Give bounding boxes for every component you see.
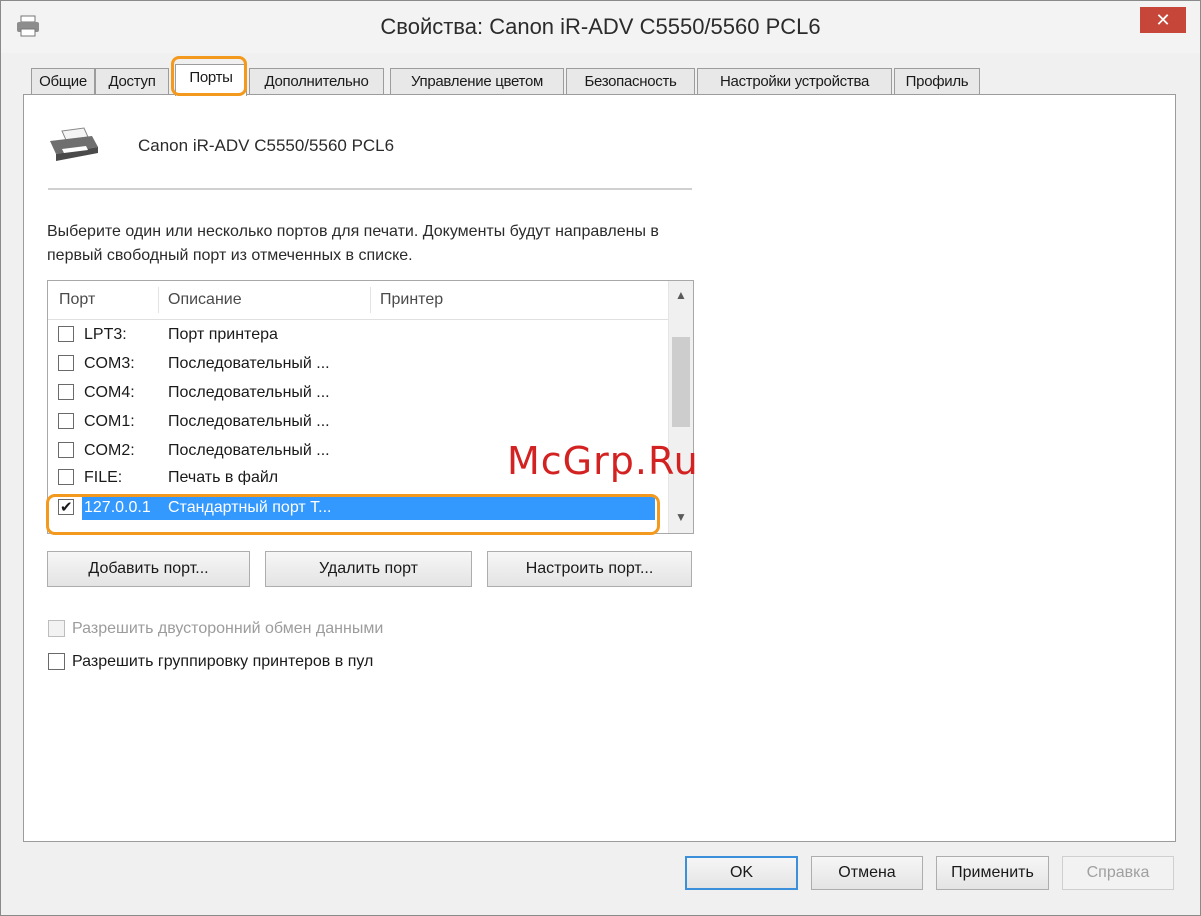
close-icon: ✕ bbox=[1155, 10, 1171, 30]
tab-sharing[interactable]: Доступ bbox=[95, 68, 169, 95]
port-description: Последовательный ... bbox=[168, 355, 330, 372]
printer-icon bbox=[50, 127, 98, 161]
bidirectional-checkbox bbox=[48, 620, 65, 637]
cancel-button[interactable]: Отмена bbox=[811, 856, 923, 890]
instructions-text: Выберите один или несколько портов для п… bbox=[47, 223, 659, 264]
list-item[interactable]: LPT3: Порт принтера bbox=[48, 320, 668, 349]
tab-device-settings[interactable]: Настройки устройства bbox=[697, 68, 892, 95]
scroll-down-icon[interactable]: ▼ bbox=[669, 505, 693, 529]
window-title: Свойства: Canon iR-ADV C5550/5560 PCL6 bbox=[380, 14, 821, 39]
scroll-up-icon[interactable]: ▲ bbox=[669, 283, 693, 307]
tab-advanced[interactable]: Дополнительно bbox=[249, 68, 384, 95]
port-checkbox[interactable] bbox=[58, 469, 74, 485]
port-checkbox[interactable] bbox=[58, 413, 74, 429]
port-name: FILE: bbox=[84, 469, 123, 485]
add-port-button[interactable]: Добавить порт... bbox=[47, 551, 250, 587]
tab-profile[interactable]: Профиль bbox=[894, 68, 980, 95]
tab-highlight-marker bbox=[171, 56, 247, 96]
vertical-scrollbar[interactable]: ▲ ▼ bbox=[668, 281, 693, 533]
column-header-description[interactable]: Описание bbox=[168, 289, 242, 319]
port-description: Печать в файл bbox=[168, 469, 279, 485]
column-divider[interactable] bbox=[158, 287, 159, 313]
port-name: COM2: bbox=[84, 442, 135, 459]
port-description: Последовательный ... bbox=[168, 413, 330, 430]
port-checkbox[interactable] bbox=[58, 442, 74, 458]
column-divider[interactable] bbox=[370, 287, 371, 313]
port-description: Последовательный ... bbox=[168, 442, 330, 459]
port-name: COM3: bbox=[84, 355, 135, 372]
port-checkbox[interactable] bbox=[58, 326, 74, 342]
delete-port-button[interactable]: Удалить порт bbox=[265, 551, 472, 587]
port-checkbox[interactable] bbox=[58, 355, 74, 371]
pooling-label[interactable]: Разрешить группировку принтеров в пул bbox=[72, 652, 373, 672]
divider bbox=[48, 188, 692, 190]
ok-button[interactable]: OK bbox=[685, 856, 798, 890]
printer-properties-window: Свойства: Canon iR-ADV C5550/5560 PCL6 ✕… bbox=[0, 0, 1201, 916]
close-button[interactable]: ✕ bbox=[1140, 7, 1186, 33]
column-header-printer[interactable]: Принтер bbox=[380, 289, 443, 319]
port-description: Последовательный ... bbox=[168, 384, 330, 401]
apply-button[interactable]: Применить bbox=[936, 856, 1049, 890]
help-button: Справка bbox=[1062, 856, 1174, 890]
tab-general[interactable]: Общие bbox=[31, 68, 95, 95]
port-name: COM1: bbox=[84, 413, 135, 430]
pooling-checkbox[interactable] bbox=[48, 653, 65, 670]
bidirectional-label: Разрешить двусторонний обмен данными bbox=[72, 620, 384, 637]
printer-name: Canon iR-ADV C5550/5560 PCL6 bbox=[138, 136, 395, 155]
tab-color-management[interactable]: Управление цветом bbox=[390, 68, 564, 95]
port-description: Порт принтера bbox=[168, 326, 278, 343]
column-header-port[interactable]: Порт bbox=[59, 289, 95, 319]
scroll-thumb[interactable] bbox=[672, 337, 690, 427]
port-checkbox[interactable] bbox=[58, 384, 74, 400]
tab-security[interactable]: Безопасность bbox=[566, 68, 695, 95]
list-item[interactable]: COM1: Последовательный ... bbox=[48, 407, 668, 436]
row-highlight-marker bbox=[46, 494, 660, 535]
list-header: Порт Описание Принтер bbox=[48, 281, 668, 320]
port-name: COM4: bbox=[84, 384, 135, 401]
title-bar: Свойства: Canon iR-ADV C5550/5560 PCL6 ✕ bbox=[1, 1, 1200, 53]
watermark: McGrp.Ru bbox=[507, 439, 699, 483]
list-item[interactable]: COM4: Последовательный ... bbox=[48, 378, 668, 407]
list-item[interactable]: COM3: Последовательный ... bbox=[48, 349, 668, 378]
port-name: LPT3: bbox=[84, 326, 127, 343]
configure-port-button[interactable]: Настроить порт... bbox=[487, 551, 692, 587]
